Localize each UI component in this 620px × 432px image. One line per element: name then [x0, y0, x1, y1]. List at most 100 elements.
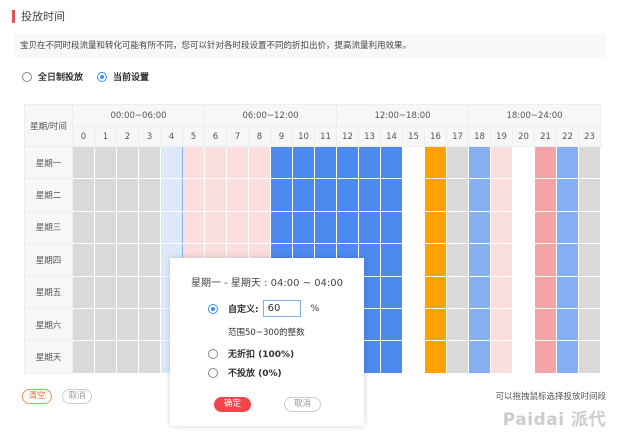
time-slot-cell[interactable] — [72, 210, 95, 245]
time-slot-cell[interactable] — [534, 275, 557, 309]
time-slot-cell[interactable] — [204, 145, 227, 180]
time-slot-cell[interactable] — [468, 307, 491, 342]
time-slot-cell[interactable] — [116, 210, 139, 245]
time-slot-cell[interactable] — [116, 307, 139, 342]
time-slot-cell[interactable] — [380, 210, 403, 245]
time-slot-cell[interactable] — [424, 210, 447, 245]
time-slot-cell[interactable] — [380, 243, 403, 277]
time-slot-cell[interactable] — [160, 178, 183, 212]
no-discount-label[interactable]: 无折扣 (100%) — [228, 347, 294, 360]
time-slot-cell[interactable] — [358, 145, 381, 180]
time-slot-cell[interactable] — [402, 210, 425, 245]
time-slot-cell[interactable] — [160, 210, 183, 245]
time-slot-cell[interactable] — [424, 178, 447, 212]
time-slot-cell[interactable] — [424, 275, 447, 309]
time-slot-cell[interactable] — [94, 210, 117, 245]
time-slot-cell[interactable] — [402, 340, 425, 374]
time-slot-cell[interactable] — [468, 210, 491, 245]
time-slot-cell[interactable] — [578, 178, 601, 212]
clear-button[interactable]: 清空 — [22, 389, 52, 404]
time-slot-cell[interactable] — [512, 243, 535, 277]
time-slot-cell[interactable] — [270, 210, 293, 245]
time-slot-cell[interactable] — [534, 243, 557, 277]
time-slot-cell[interactable] — [94, 275, 117, 309]
time-slot-cell[interactable] — [358, 178, 381, 212]
time-slot-cell[interactable] — [138, 178, 161, 212]
time-slot-cell[interactable] — [94, 178, 117, 212]
cancel-button[interactable]: 取消 — [62, 389, 92, 404]
time-slot-cell[interactable] — [72, 178, 95, 212]
time-slot-cell[interactable] — [468, 340, 491, 374]
time-slot-cell[interactable] — [424, 307, 447, 342]
time-slot-cell[interactable] — [292, 145, 315, 180]
time-slot-cell[interactable] — [446, 178, 469, 212]
time-slot-cell[interactable] — [556, 340, 579, 374]
time-slot-cell[interactable] — [556, 243, 579, 277]
time-slot-cell[interactable] — [336, 178, 359, 212]
time-slot-cell[interactable] — [94, 145, 117, 180]
time-slot-cell[interactable] — [534, 178, 557, 212]
time-slot-cell[interactable] — [94, 340, 117, 374]
time-slot-cell[interactable] — [402, 145, 425, 180]
time-slot-cell[interactable] — [556, 145, 579, 180]
time-slot-cell[interactable] — [578, 243, 601, 277]
time-slot-cell[interactable] — [446, 340, 469, 374]
time-slot-cell[interactable] — [402, 243, 425, 277]
time-slot-cell[interactable] — [270, 178, 293, 212]
radio-current-setting[interactable] — [97, 71, 108, 82]
time-slot-cell[interactable] — [380, 145, 403, 180]
time-slot-cell[interactable] — [204, 210, 227, 245]
time-slot-cell[interactable] — [248, 145, 271, 180]
time-slot-cell[interactable] — [314, 178, 337, 212]
time-slot-cell[interactable] — [446, 275, 469, 309]
time-slot-cell[interactable] — [182, 178, 205, 212]
time-slot-cell[interactable] — [72, 275, 95, 309]
time-slot-cell[interactable] — [402, 307, 425, 342]
time-slot-cell[interactable] — [380, 275, 403, 309]
radio-no-discount[interactable] — [208, 348, 218, 359]
time-slot-cell[interactable] — [468, 145, 491, 180]
time-slot-cell[interactable] — [446, 210, 469, 245]
time-slot-cell[interactable] — [534, 210, 557, 245]
time-slot-cell[interactable] — [292, 210, 315, 245]
time-slot-cell[interactable] — [380, 178, 403, 212]
time-slot-cell[interactable] — [116, 243, 139, 277]
time-slot-cell[interactable] — [534, 145, 557, 180]
time-slot-cell[interactable] — [116, 145, 139, 180]
time-slot-cell[interactable] — [94, 307, 117, 342]
time-slot-cell[interactable] — [138, 145, 161, 180]
time-slot-cell[interactable] — [226, 145, 249, 180]
time-slot-cell[interactable] — [578, 210, 601, 245]
time-slot-cell[interactable] — [72, 243, 95, 277]
time-slot-cell[interactable] — [534, 307, 557, 342]
time-slot-cell[interactable] — [512, 340, 535, 374]
time-slot-cell[interactable] — [248, 210, 271, 245]
time-slot-cell[interactable] — [578, 275, 601, 309]
time-slot-cell[interactable] — [446, 243, 469, 277]
time-slot-cell[interactable] — [248, 178, 271, 212]
popup-confirm-button[interactable]: 确定 — [214, 397, 251, 412]
time-slot-cell[interactable] — [468, 178, 491, 212]
time-slot-cell[interactable] — [490, 275, 513, 309]
time-slot-cell[interactable] — [116, 178, 139, 212]
radio-custom[interactable] — [208, 303, 218, 314]
time-slot-cell[interactable] — [490, 210, 513, 245]
time-slot-cell[interactable] — [490, 145, 513, 180]
time-slot-cell[interactable] — [446, 145, 469, 180]
custom-value-input[interactable]: 60 — [262, 300, 301, 317]
no-delivery-label[interactable]: 不投放 (0%) — [228, 366, 282, 379]
time-slot-cell[interactable] — [314, 145, 337, 180]
time-slot-cell[interactable] — [556, 210, 579, 245]
time-slot-cell[interactable] — [270, 145, 293, 180]
time-slot-cell[interactable] — [402, 275, 425, 309]
time-slot-cell[interactable] — [226, 178, 249, 212]
radio-full-day-label[interactable]: 全日制投放 — [38, 70, 83, 83]
time-slot-cell[interactable] — [204, 178, 227, 212]
time-slot-cell[interactable] — [336, 145, 359, 180]
time-slot-cell[interactable] — [116, 275, 139, 309]
time-slot-cell[interactable] — [534, 340, 557, 374]
time-slot-cell[interactable] — [556, 307, 579, 342]
time-slot-cell[interactable] — [424, 340, 447, 374]
radio-no-delivery[interactable] — [208, 367, 218, 378]
time-slot-cell[interactable] — [138, 210, 161, 245]
